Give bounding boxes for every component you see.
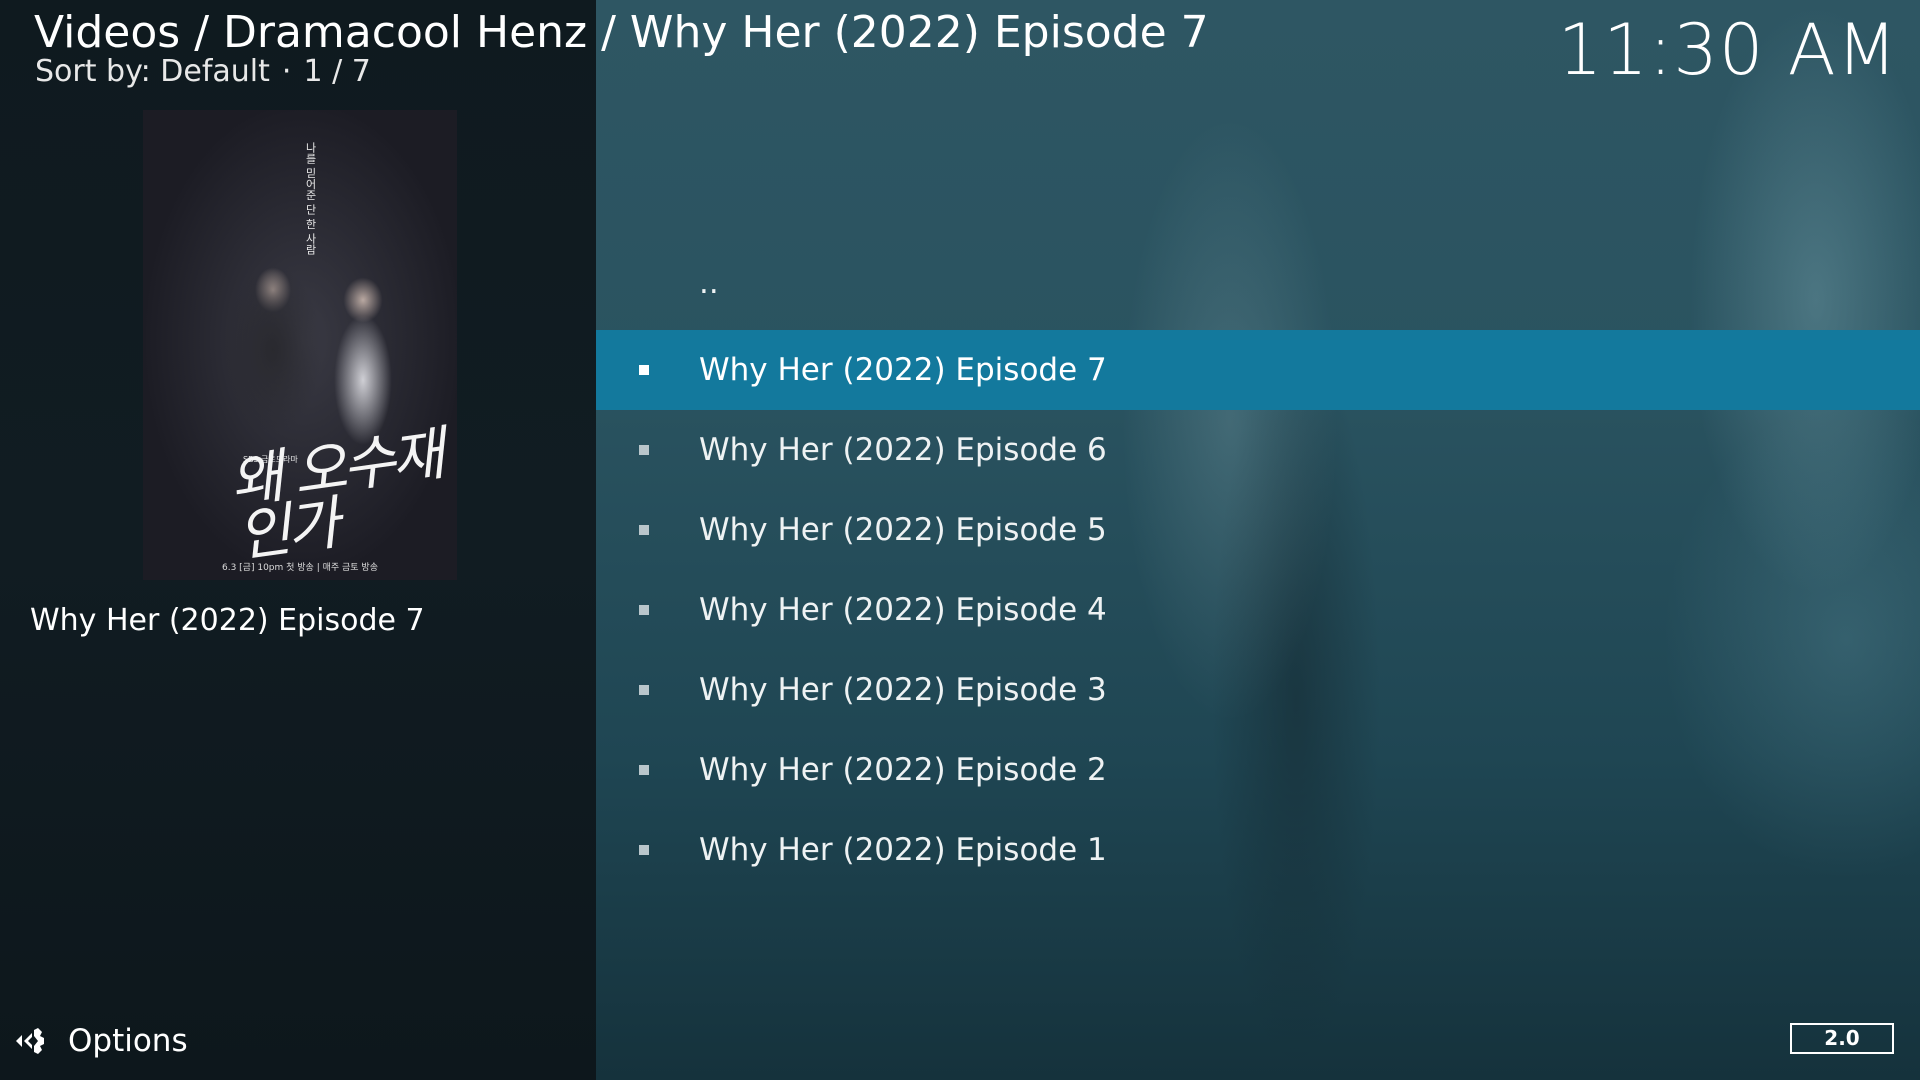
list-item-label: Why Her (2022) Episode 4 <box>699 592 1107 628</box>
list-item[interactable]: Why Her (2022) Episode 3 <box>596 650 1920 730</box>
list-bullet <box>639 845 649 855</box>
poster-image: 나를 믿어준 단 한 사람 SBS 금토드라마 왜 오수재 인가 6.3 [금]… <box>143 110 457 580</box>
list-item-label: Why Her (2022) Episode 3 <box>699 672 1107 708</box>
list-bullet <box>639 525 649 535</box>
list-item[interactable]: Why Her (2022) Episode 7 <box>596 330 1920 410</box>
options-button[interactable]: Options <box>14 1020 188 1062</box>
sort-separator: · <box>281 54 292 89</box>
list-item[interactable]: Why Her (2022) Episode 4 <box>596 570 1920 650</box>
list-bullet <box>639 765 649 775</box>
sort-label: Sort by: Default <box>35 54 270 89</box>
list-item[interactable]: Why Her (2022) Episode 6 <box>596 410 1920 490</box>
item-position: 1 / 7 <box>303 54 371 89</box>
list-item-label: Why Her (2022) Episode 7 <box>699 352 1107 388</box>
parent-folder-item[interactable]: .. <box>596 250 1920 330</box>
selected-item-title: Why Her (2022) Episode 7 <box>30 603 425 638</box>
list-item-label: Why Her (2022) Episode 1 <box>699 832 1107 868</box>
kodi-video-browser: Videos / Dramacool Henz / Why Her (2022)… <box>0 0 1920 1080</box>
clock: 11:30 AM <box>1557 9 1898 91</box>
poster-title: 왜 오수재 인가 <box>225 419 445 570</box>
poster-tagline: 나를 믿어준 단 한 사람 <box>304 142 317 255</box>
list-bullet <box>639 605 649 615</box>
list-item-label: Why Her (2022) Episode 5 <box>699 512 1107 548</box>
version-badge: 2.0 <box>1790 1023 1894 1054</box>
poster-credit: 6.3 [금] 10pm 첫 방송 | 매주 금토 방송 <box>222 563 378 573</box>
parent-folder-label: .. <box>699 265 719 301</box>
list-item-label: Why Her (2022) Episode 2 <box>699 752 1107 788</box>
list-item[interactable]: Why Her (2022) Episode 2 <box>596 730 1920 810</box>
list-bullet <box>639 685 649 695</box>
list-bullet <box>639 445 649 455</box>
options-label: Options <box>68 1023 188 1059</box>
list-item[interactable]: Why Her (2022) Episode 1 <box>596 810 1920 890</box>
episode-list: .. Why Her (2022) Episode 7 Why Her (2022… <box>596 250 1920 890</box>
sort-info: Sort by: Default · 1 / 7 <box>35 52 371 92</box>
options-icon <box>16 1028 44 1054</box>
list-item-label: Why Her (2022) Episode 6 <box>699 432 1107 468</box>
list-bullet <box>639 365 649 375</box>
list-item[interactable]: Why Her (2022) Episode 5 <box>596 490 1920 570</box>
